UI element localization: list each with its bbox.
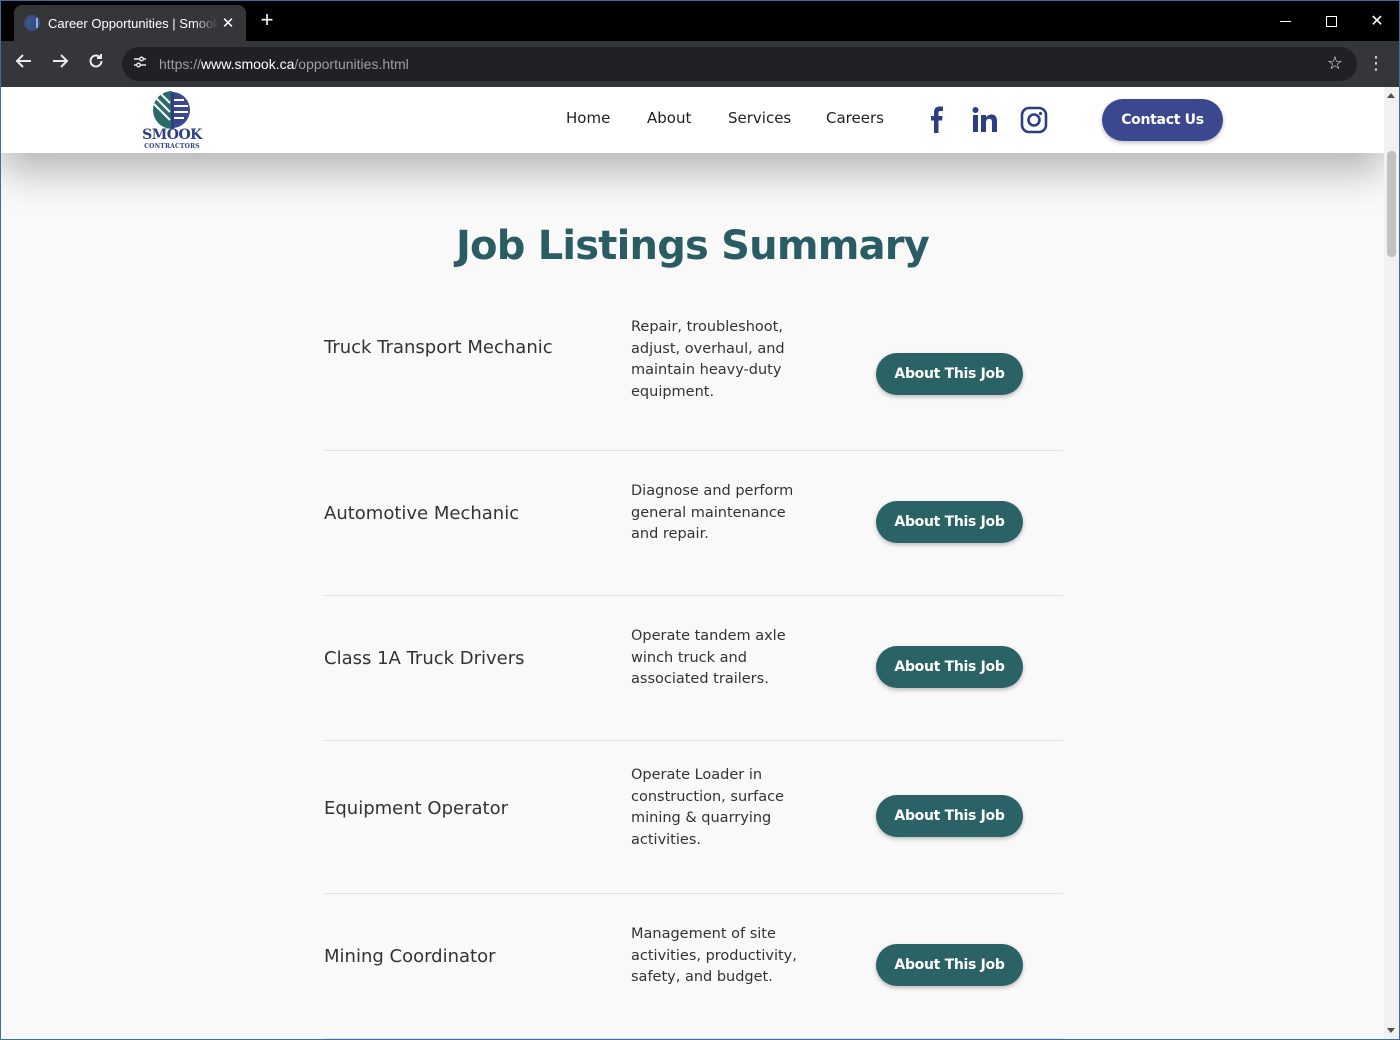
job-description: Management of site activities, productiv… <box>631 926 797 985</box>
smook-logo[interactable]: SMOOK CONTRACTORS <box>141 90 203 150</box>
logo-subtext: CONTRACTORS <box>144 143 200 150</box>
scroll-down-icon[interactable] <box>1387 1028 1395 1033</box>
scroll-up-icon[interactable] <box>1387 93 1395 98</box>
back-arrow-icon[interactable] <box>12 52 36 76</box>
about-this-job-button[interactable]: About This Job <box>876 501 1023 543</box>
job-title: Equipment Operator <box>324 798 508 819</box>
about-this-job-button[interactable]: About This Job <box>876 353 1023 395</box>
page-title: Job Listings Summary <box>455 223 930 269</box>
browser-window: Career Opportunities | Smook Contractors… <box>0 0 1400 1040</box>
browser-tab[interactable]: Career Opportunities | Smook Contractors… <box>14 5 246 41</box>
minimize-icon[interactable] <box>1262 7 1308 35</box>
job-description: Operate tandem axle winch truck and asso… <box>631 628 786 687</box>
reload-icon[interactable] <box>84 52 108 76</box>
new-tab-icon[interactable]: + <box>256 9 278 31</box>
site-favicon-icon <box>24 15 40 31</box>
scroll-thumb[interactable] <box>1387 151 1396 257</box>
job-title: Automotive Mechanic <box>324 503 520 524</box>
page-viewport: SMOOK CONTRACTORS Home About Services Ca… <box>1 87 1384 1039</box>
job-title: Class 1A Truck Drivers <box>324 648 525 669</box>
about-this-job-button[interactable]: About This Job <box>876 646 1023 688</box>
job-title: Mining Coordinator <box>324 946 496 967</box>
job-description: Diagnose and perform general maintenance… <box>631 483 794 542</box>
main-content: Job Listings Summary Truck Transport Mec… <box>1 153 1384 1039</box>
about-this-job-button[interactable]: About This Job <box>876 944 1023 986</box>
url-text: https://www.smook.ca/opportunities.html <box>159 56 409 72</box>
browser-menu-icon[interactable]: ⋮ <box>1366 53 1386 75</box>
address-bar[interactable]: https://www.smook.ca/opportunities.html … <box>122 47 1357 81</box>
site-settings-icon[interactable] <box>130 54 150 74</box>
logo-wordmark: SMOOK <box>142 127 202 143</box>
close-tab-icon[interactable]: ✕ <box>220 14 236 32</box>
nav-home[interactable]: Home <box>566 109 610 127</box>
site-header: SMOOK CONTRACTORS Home About Services Ca… <box>1 87 1384 153</box>
instagram-icon[interactable] <box>1020 105 1048 135</box>
maximize-icon[interactable] <box>1308 7 1354 35</box>
nav-services[interactable]: Services <box>728 109 791 127</box>
about-this-job-button[interactable]: About This Job <box>876 795 1023 837</box>
job-title: Truck Transport Mechanic <box>324 337 553 358</box>
job-row: Mining Coordinator Management of site ac… <box>324 894 1063 1039</box>
logo-tree-icon <box>153 91 191 129</box>
job-description: Repair, troubleshoot, adjust, overhaul, … <box>631 319 785 400</box>
tab-title: Career Opportunities | Smook Contractors <box>48 15 218 31</box>
nav-careers[interactable]: Careers <box>826 109 884 127</box>
job-row: Automotive Mechanic Diagnose and perform… <box>324 451 1063 596</box>
job-list: Truck Transport Mechanic Repair, trouble… <box>324 299 1063 1039</box>
nav-about[interactable]: About <box>647 109 691 127</box>
tab-strip: Career Opportunities | Smook Contractors… <box>1 1 1399 41</box>
linkedin-icon[interactable] <box>971 105 999 135</box>
forward-arrow-icon[interactable] <box>48 52 72 76</box>
job-row: Equipment Operator Operate Loader in con… <box>324 741 1063 894</box>
browser-toolbar: https://www.smook.ca/opportunities.html … <box>1 41 1399 87</box>
page-scrollbar[interactable] <box>1384 87 1399 1039</box>
job-row: Truck Transport Mechanic Repair, trouble… <box>324 299 1063 451</box>
bookmark-star-icon[interactable]: ☆ <box>1327 53 1343 74</box>
close-window-icon[interactable]: ✕ <box>1354 7 1399 35</box>
job-description: Operate Loader in construction, surface … <box>631 767 784 848</box>
contact-us-button[interactable]: Contact Us <box>1102 99 1223 141</box>
facebook-icon[interactable] <box>926 105 948 135</box>
job-row: Class 1A Truck Drivers Operate tandem ax… <box>324 596 1063 741</box>
